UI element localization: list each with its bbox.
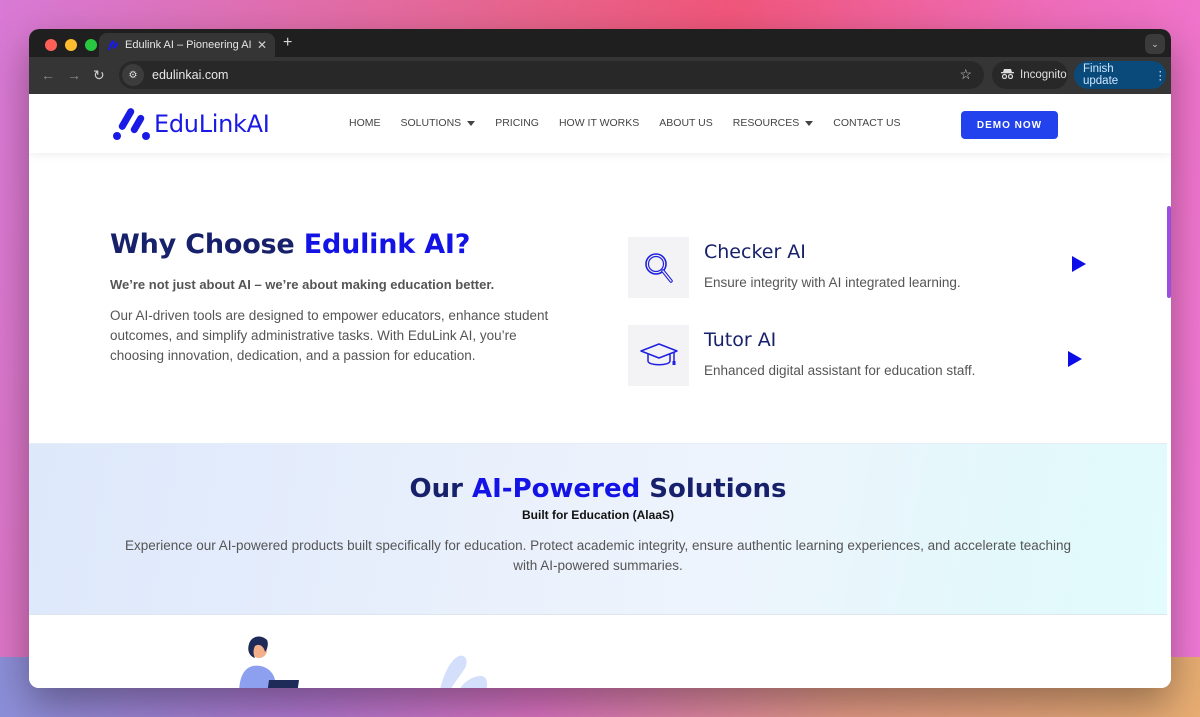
browser-toolbar: ← → ↻ ⚙ edulinkai.com ☆ Incognito Finish… xyxy=(29,57,1171,94)
feature-title: Tutor AI xyxy=(704,329,777,351)
nav-home[interactable]: HOME xyxy=(349,117,381,129)
nav-resources[interactable]: RESOURCES xyxy=(733,117,814,129)
nav-contact-us[interactable]: CONTACT US xyxy=(833,117,900,129)
heading-accent: AI-Powered xyxy=(472,474,641,504)
finish-update-button[interactable]: Finish update ⋮ xyxy=(1074,61,1166,89)
bookmark-star-icon[interactable]: ☆ xyxy=(959,66,972,83)
solutions-section: Our AI-Powered Solutions Built for Educa… xyxy=(29,443,1167,615)
nav-about-us[interactable]: ABOUT US xyxy=(659,117,712,129)
web-page: EduLinkAI HOME SOLUTIONS PRICING HOW IT … xyxy=(29,94,1171,688)
why-choose-heading: Why Choose Edulink AI? xyxy=(110,229,470,260)
incognito-label: Incognito xyxy=(1020,69,1067,81)
nav-label: ABOUT US xyxy=(659,117,713,129)
nav-label: HOW IT WORKS xyxy=(558,117,640,129)
nav-label: CONTACT US xyxy=(833,117,901,129)
caret-down-icon xyxy=(805,120,814,126)
feature-title: Checker AI xyxy=(704,241,806,263)
site-settings-icon[interactable]: ⚙ xyxy=(122,64,144,86)
solutions-heading: Our AI-Powered Solutions xyxy=(29,474,1167,504)
heading-suffix: Solutions xyxy=(640,474,787,504)
feature-icon-box xyxy=(628,237,689,298)
site-header: EduLinkAI HOME SOLUTIONS PRICING HOW IT … xyxy=(29,94,1171,153)
feature-checker-ai[interactable]: Checker AI Ensure integrity with AI inte… xyxy=(628,237,1088,299)
reload-icon[interactable]: ↻ xyxy=(93,67,105,84)
finish-update-label: Finish update xyxy=(1083,63,1119,87)
forward-icon[interactable]: → xyxy=(67,67,81,83)
magnifier-icon xyxy=(644,252,673,283)
why-body-text: Our AI-driven tools are designed to empo… xyxy=(110,308,549,363)
solutions-subtitle: Built for Education (AlaaS) xyxy=(521,508,674,522)
play-icon[interactable] xyxy=(1068,351,1082,367)
back-icon[interactable]: ← xyxy=(41,67,55,83)
feature-description: Ensure integrity with AI integrated lear… xyxy=(704,275,961,290)
window-controls xyxy=(45,39,97,51)
nav-label: HOME xyxy=(349,117,381,129)
graduation-cap-icon xyxy=(639,342,678,365)
page-scrollbar[interactable] xyxy=(1167,206,1171,298)
address-bar[interactable]: ⚙ edulinkai.com ☆ xyxy=(119,61,984,89)
nav-pricing[interactable]: PRICING xyxy=(495,117,539,129)
feature-icon-box xyxy=(628,325,689,386)
minimize-window-button[interactable] xyxy=(65,39,77,51)
tab-strip: Edulink AI – Pioneering AI Sol ✕ + ⌄ xyxy=(29,29,1171,57)
more-menu-icon: ⋮ xyxy=(1154,70,1167,82)
main-nav: HOME SOLUTIONS PRICING HOW IT WORKS ABOU… xyxy=(349,117,921,129)
site-favicon-icon xyxy=(107,39,119,51)
tab-active[interactable]: Edulink AI – Pioneering AI Sol ✕ xyxy=(99,33,275,57)
browser-window: Edulink AI – Pioneering AI Sol ✕ + ⌄ ← →… xyxy=(29,29,1171,688)
why-subtitle: We’re not just about AI – we’re about ma… xyxy=(110,277,495,292)
close-window-button[interactable] xyxy=(45,39,57,51)
nav-how-it-works[interactable]: HOW IT WORKS xyxy=(559,117,639,129)
nav-solutions[interactable]: SOLUTIONS xyxy=(401,117,476,129)
heading-prefix: Our xyxy=(409,474,472,504)
caret-down-icon xyxy=(467,120,476,126)
solutions-body-text: Experience our AI-powered products built… xyxy=(124,538,1072,573)
demo-now-button[interactable]: DEMO NOW xyxy=(961,111,1058,139)
maximize-window-button[interactable] xyxy=(85,39,97,51)
nav-label: PRICING xyxy=(495,117,539,129)
incognito-icon xyxy=(1001,68,1014,82)
logo-text: EduLinkAI xyxy=(154,110,270,138)
nav-label: RESOURCES xyxy=(732,117,800,129)
heading-prefix: Why Choose xyxy=(110,229,304,260)
tab-search-button[interactable]: ⌄ xyxy=(1145,34,1165,54)
person-with-laptop-illustration xyxy=(239,636,488,688)
close-tab-icon[interactable]: ✕ xyxy=(257,38,267,52)
feature-description: Enhanced digital assistant for education… xyxy=(704,363,976,378)
play-icon[interactable] xyxy=(1072,256,1086,272)
incognito-indicator[interactable]: Incognito xyxy=(992,61,1068,89)
logo-mark-icon xyxy=(113,108,150,140)
nav-label: SOLUTIONS xyxy=(400,117,462,129)
heading-accent: Edulink AI? xyxy=(303,229,471,260)
new-tab-button[interactable]: + xyxy=(283,34,292,52)
feature-tutor-ai[interactable]: Tutor AI Enhanced digital assistant for … xyxy=(628,325,1088,387)
url-text[interactable]: edulinkai.com xyxy=(152,68,228,82)
tab-title: Edulink AI – Pioneering AI Sol xyxy=(125,39,251,51)
site-logo[interactable]: EduLinkAI xyxy=(112,106,270,142)
